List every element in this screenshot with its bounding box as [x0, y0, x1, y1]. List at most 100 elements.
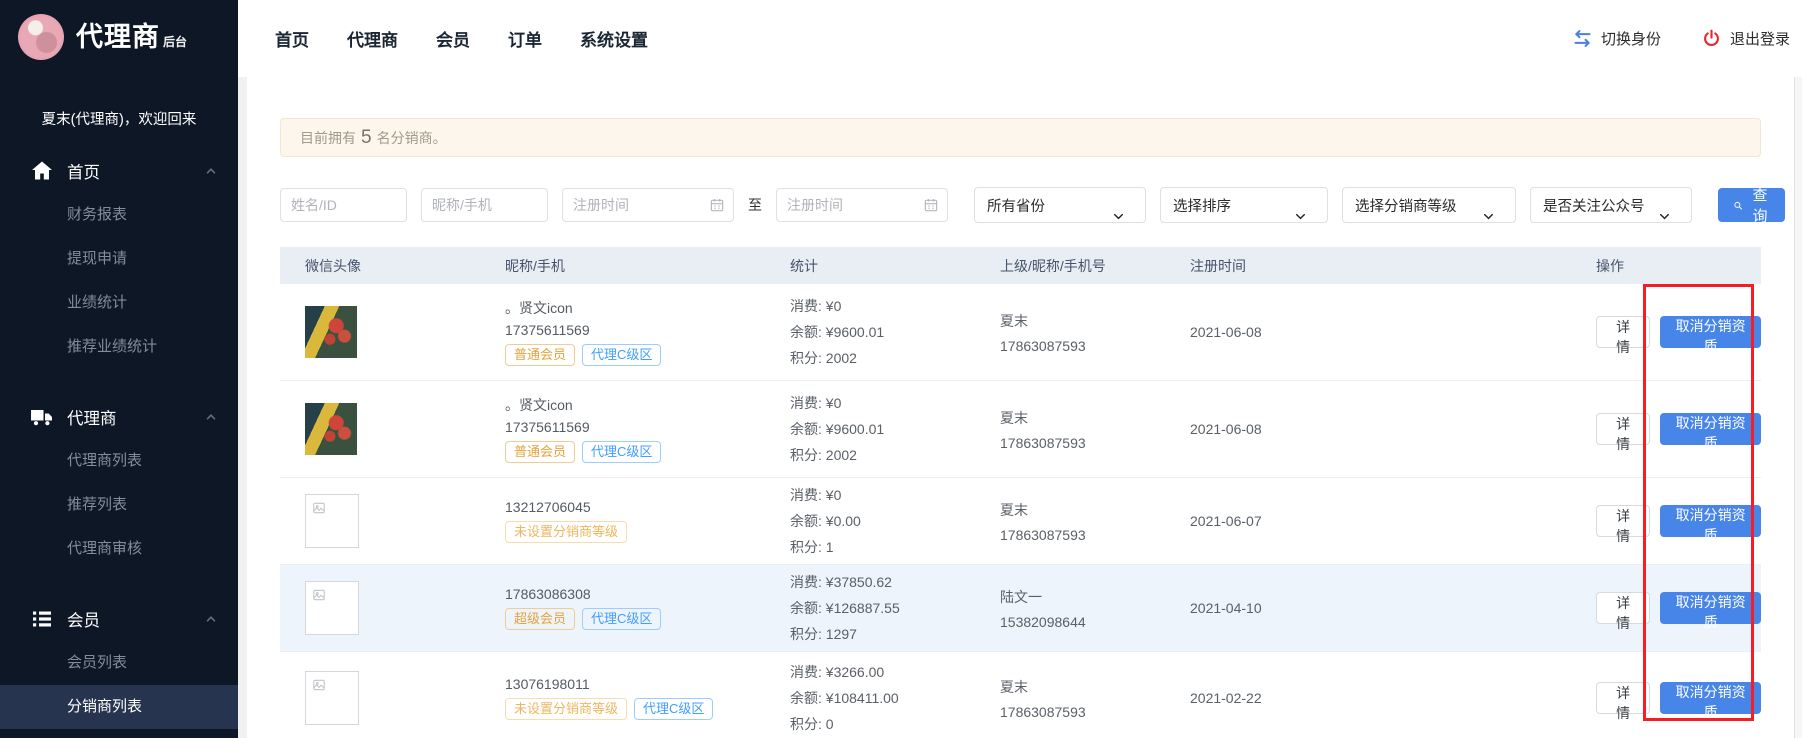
table-row[interactable]: 13076198011未设置分销商等级代理C级区消费: ¥3266.00余额: … [280, 652, 1761, 738]
register-date-cell: 2021-02-22 [1190, 690, 1580, 706]
alert-count: 5 [361, 127, 372, 149]
filter-select-0[interactable]: 所有省份 [974, 187, 1146, 223]
sidebar-group-header-0[interactable]: 首页 [0, 149, 238, 193]
nickname-cell: 。贤文icon17375611569普通会员代理C级区 [500, 298, 790, 366]
filter-bar: 至 所有省份选择排序选择分销商等级是否关注公众号 查询 [280, 187, 1761, 223]
topnav-item-3[interactable]: 订单 [508, 26, 542, 51]
sidebar-item-2-1[interactable]: 分销商列表 [0, 685, 238, 729]
broken-image-icon [309, 498, 323, 512]
stats-cell: 消费: ¥3266.00余额: ¥108411.00积分: 0 [790, 662, 1000, 734]
parent-phone: 17863087593 [1000, 435, 1190, 451]
sidebar-item-1-0[interactable]: 代理商列表 [0, 439, 238, 483]
filter-select-2[interactable]: 选择分销商等级 [1342, 187, 1516, 223]
nickname-cell: 17863086308超级会员代理C级区 [500, 586, 790, 630]
column-header-1: 昵称/手机 [500, 256, 790, 276]
tag-list: 未设置分销商等级代理C级区 [505, 698, 790, 720]
level-tag: 未设置分销商等级 [505, 698, 627, 720]
avatar-cell [280, 494, 500, 548]
sidebar-group-1: 代理商代理商列表推荐列表代理商审核 [0, 395, 238, 571]
cancel-distribution-button[interactable]: 取消分销资质 [1660, 413, 1761, 445]
parent-name: 夏末 [1000, 311, 1190, 331]
cancel-distribution-button[interactable]: 取消分销资质 [1660, 505, 1761, 537]
points-text: 积分: 1 [790, 537, 1000, 557]
balance-text: 余额: ¥108411.00 [790, 688, 1000, 708]
parent-name: 陆文一 [1000, 587, 1190, 607]
nickname-cell: 13212706045未设置分销商等级 [500, 499, 790, 543]
sidebar-item-1-1[interactable]: 推荐列表 [0, 483, 238, 527]
search-button[interactable]: 查询 [1718, 188, 1785, 222]
parent-name: 夏末 [1000, 677, 1190, 697]
truck-icon [30, 405, 54, 429]
chevron-up-icon [204, 164, 218, 178]
sidebar-group-header-1[interactable]: 代理商 [0, 395, 238, 439]
topnav-item-2[interactable]: 会员 [436, 26, 470, 51]
sidebar-group-0: 首页财务报表提现申请业绩统计推荐业绩统计 [0, 149, 238, 369]
column-header-3: 上级/昵称/手机号 [1000, 256, 1190, 276]
table-row[interactable]: 。贤文icon17375611569普通会员代理C级区消费: ¥0余额: ¥96… [280, 284, 1761, 381]
detail-button[interactable]: 详情 [1596, 413, 1650, 445]
nick-phone-input[interactable] [421, 188, 548, 222]
topnav-item-0[interactable]: 首页 [275, 26, 309, 51]
stats-cell: 消费: ¥0余额: ¥0.00积分: 1 [790, 485, 1000, 557]
avatar-cell [280, 403, 500, 455]
topnav: 首页 代理商 会员 订单 系统设置 切换身份 退出登录 [238, 0, 1802, 77]
page-scrollbar[interactable] [1794, 77, 1802, 738]
sidebar-item-0-2[interactable]: 业绩统计 [0, 281, 238, 325]
register-date-start-input[interactable] [562, 188, 734, 222]
nickname-cell: 。贤文icon17375611569普通会员代理C级区 [500, 395, 790, 463]
detail-button[interactable]: 详情 [1596, 592, 1650, 624]
avatar-cell [280, 671, 500, 725]
table-row[interactable]: 17863086308超级会员代理C级区消费: ¥37850.62余额: ¥12… [280, 565, 1761, 652]
sidebar-scrollbar[interactable] [238, 77, 247, 738]
logout-label: 退出登录 [1730, 28, 1790, 49]
level-tag: 代理C级区 [582, 441, 661, 463]
brand-title-main: 代理商 [76, 24, 160, 51]
register-date-end-input[interactable] [776, 188, 948, 222]
broken-image-icon [309, 585, 323, 599]
action-cell: 详情取消分销资质 [1580, 505, 1761, 537]
welcome-text: 夏末(代理商)，欢迎回来 [0, 108, 238, 129]
level-tag: 普通会员 [505, 344, 575, 366]
parent-cell: 夏末17863087593 [1000, 500, 1190, 543]
sidebar-group-2: 会员会员列表分销商列表 [0, 597, 238, 729]
parent-name: 夏末 [1000, 500, 1190, 520]
distributor-count-alert: 目前拥有 5 名分销商。 [280, 118, 1761, 157]
sidebar-item-0-0[interactable]: 财务报表 [0, 193, 238, 237]
date-to-label: 至 [748, 195, 762, 215]
sidebar-group-header-2[interactable]: 会员 [0, 597, 238, 641]
logout-button[interactable]: 退出登录 [1701, 28, 1790, 49]
topnav-item-1[interactable]: 代理商 [347, 26, 398, 51]
name-id-input[interactable] [280, 188, 407, 222]
register-date-cell: 2021-06-07 [1190, 513, 1580, 529]
tag-list: 普通会员代理C级区 [505, 344, 790, 366]
parent-cell: 陆文一15382098644 [1000, 587, 1190, 630]
detail-button[interactable]: 详情 [1596, 505, 1650, 537]
detail-button[interactable]: 详情 [1596, 682, 1650, 714]
switch-identity-button[interactable]: 切换身份 [1572, 28, 1661, 49]
detail-button[interactable]: 详情 [1596, 316, 1650, 348]
sidebar-item-2-0[interactable]: 会员列表 [0, 641, 238, 685]
parent-cell: 夏末17863087593 [1000, 311, 1190, 354]
broken-avatar-placeholder [305, 671, 359, 725]
filter-select-value: 所有省份 [987, 195, 1045, 216]
column-header-5: 操作 [1580, 256, 1761, 276]
cancel-distribution-button[interactable]: 取消分销资质 [1660, 682, 1761, 714]
consume-text: 消费: ¥0 [790, 485, 1000, 505]
filter-select-1[interactable]: 选择排序 [1160, 187, 1328, 223]
consume-text: 消费: ¥0 [790, 296, 1000, 316]
balance-text: 余额: ¥9600.01 [790, 419, 1000, 439]
sidebar-item-0-3[interactable]: 推荐业绩统计 [0, 325, 238, 369]
cancel-distribution-button[interactable]: 取消分销资质 [1660, 592, 1761, 624]
sidebar-group-label: 会员 [67, 607, 204, 631]
stats-cell: 消费: ¥0余额: ¥9600.01积分: 2002 [790, 296, 1000, 368]
topnav-item-4[interactable]: 系统设置 [580, 26, 648, 51]
cancel-distribution-button[interactable]: 取消分销资质 [1660, 316, 1761, 348]
tag-list: 超级会员代理C级区 [505, 608, 790, 630]
table-row[interactable]: 。贤文icon17375611569普通会员代理C级区消费: ¥0余额: ¥96… [280, 381, 1761, 478]
table-row[interactable]: 13212706045未设置分销商等级消费: ¥0余额: ¥0.00积分: 1夏… [280, 478, 1761, 565]
sidebar-item-1-2[interactable]: 代理商审核 [0, 527, 238, 571]
sidebar-item-0-1[interactable]: 提现申请 [0, 237, 238, 281]
chevron-up-icon [204, 612, 218, 626]
filter-select-3[interactable]: 是否关注公众号 [1530, 187, 1692, 223]
column-header-4: 注册时间 [1190, 256, 1580, 276]
